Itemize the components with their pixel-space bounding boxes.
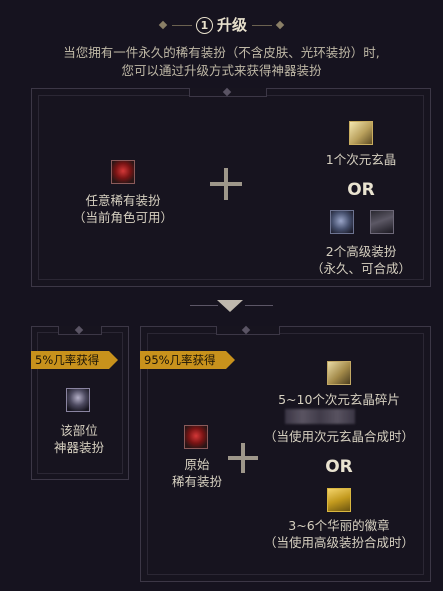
or-label: OR <box>347 180 375 200</box>
fragment-note: （当使用次元玄晶合成时） <box>263 429 414 444</box>
fragment-label: 5~10个次元玄晶碎片 <box>278 392 400 407</box>
option2-label-line2: （永久、可合成） <box>310 261 411 276</box>
option1-label: 1个次元玄晶 <box>325 152 397 167</box>
blurred-watermark <box>285 409 355 424</box>
chance-badge-5: 5%几率获得 <box>31 351 119 369</box>
artifact-label-line2: 神器装扮 <box>53 440 104 455</box>
section-header: 1 升级 <box>0 14 443 38</box>
intro-line-2: 您可以通过升级方式来获得神器装扮 <box>121 63 322 78</box>
divider-line-right <box>245 305 273 306</box>
section-title: 1 升级 <box>0 14 443 35</box>
section-title-text: 升级 <box>216 16 247 34</box>
artifact-label: 该部位 神器装扮 <box>34 422 124 456</box>
intro-line-1: 当您拥有一件永久的稀有装扮（不含皮肤、光环装扮）时, <box>63 45 380 60</box>
artifact-label-line1: 该部位 <box>60 423 98 438</box>
step-number: 1 <box>195 17 213 34</box>
original-item-label-line2: 稀有装扮 <box>171 474 222 489</box>
artifact-costume-icon <box>66 388 90 412</box>
option2-label-line1: 2个高级装扮 <box>325 244 397 259</box>
plus-icon <box>228 443 258 473</box>
medal-icon <box>327 488 351 512</box>
rare-costume-icon <box>184 425 208 449</box>
armor-costume-icon <box>370 210 394 234</box>
rare-costume-icon <box>111 160 135 184</box>
chance-badge-95: 95%几率获得 <box>140 351 235 369</box>
or-label: OR <box>325 457 353 477</box>
down-arrow-icon <box>217 300 243 312</box>
helmet-costume-icon <box>330 210 354 234</box>
input-item-label-line1: 任意稀有装扮 <box>85 193 161 208</box>
medal-label: 3~6个华丽的徽章 <box>288 518 390 533</box>
divider-line-left <box>190 305 218 306</box>
dimension-crystal-icon <box>349 121 373 145</box>
medal-note: （当使用高级装扮合成时） <box>263 535 414 550</box>
option2-label: 2个高级装扮 （永久、可合成） <box>300 243 422 277</box>
original-item-label-line1: 原始 <box>184 457 210 472</box>
original-item-label: 原始 稀有装扮 <box>160 456 234 490</box>
input-item-label-line2: （当前角色可用） <box>72 210 173 225</box>
header-line-right <box>252 25 272 26</box>
input-item-label: 任意稀有装扮 （当前角色可用） <box>60 192 186 226</box>
intro-text: 当您拥有一件永久的稀有装扮（不含皮肤、光环装扮）时, 您可以通过升级方式来获得神… <box>0 44 443 80</box>
crystal-fragment-icon <box>327 361 351 385</box>
plus-icon <box>210 168 242 200</box>
